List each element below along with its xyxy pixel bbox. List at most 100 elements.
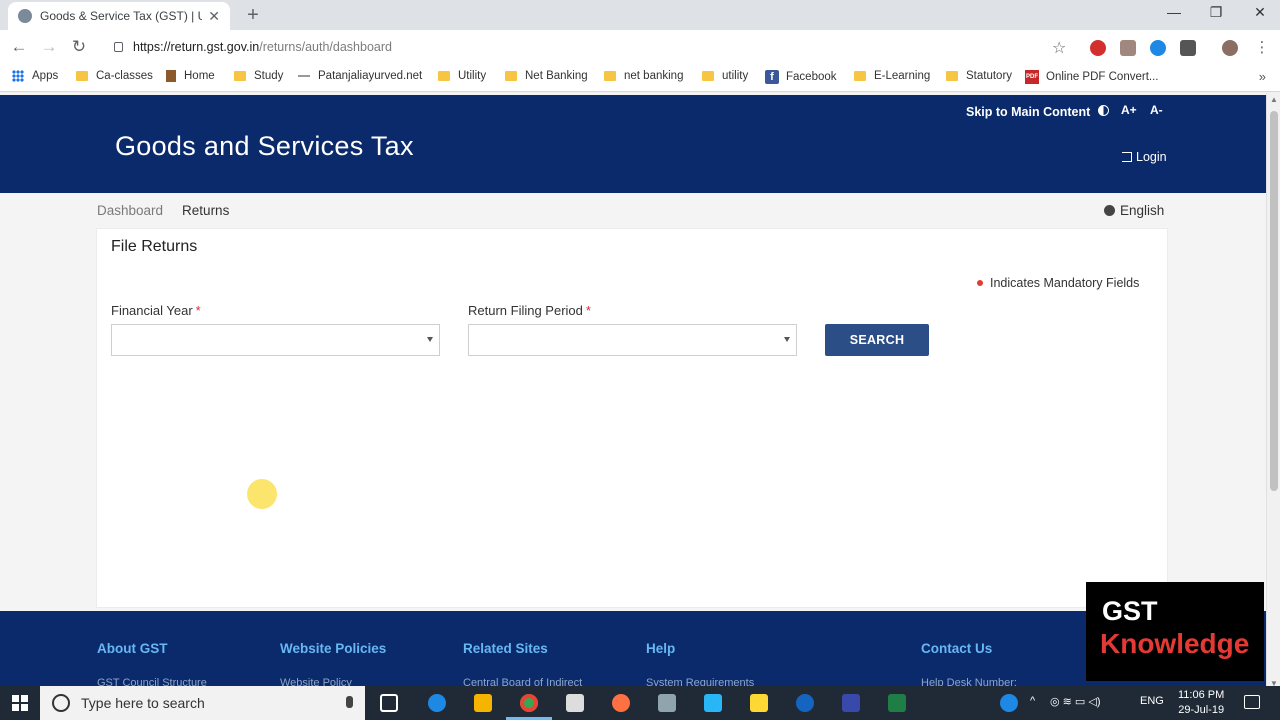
folder-icon — [946, 71, 958, 81]
contrast-icon[interactable] — [1098, 105, 1109, 116]
profile-avatar[interactable] — [1222, 40, 1238, 56]
bookmark-patanjali[interactable]: Patanjaliayurved.net — [298, 70, 422, 82]
folder-icon — [505, 71, 517, 81]
windows-start-icon[interactable] — [12, 695, 28, 711]
scroll-up-icon[interactable]: ▲ — [1270, 95, 1278, 104]
skip-to-main-link[interactable]: Skip to Main Content — [966, 105, 1090, 119]
site-icon — [298, 75, 310, 77]
url-path: /returns/auth/dashboard — [259, 40, 392, 54]
watermark-line2: Knowledge — [1100, 628, 1250, 659]
edge-icon[interactable] — [428, 694, 446, 712]
bookmark-pdf-converter[interactable]: PDF Online PDF Convert... — [1025, 70, 1158, 84]
bookmark-ca-classes[interactable]: Ca-classes — [76, 70, 153, 82]
facebook-icon: f — [765, 70, 779, 84]
clock-time: 11:06 PM — [1178, 689, 1225, 701]
microphone-icon[interactable] — [346, 696, 353, 708]
footer-contact-us[interactable]: Contact Us — [921, 641, 992, 656]
bookmark-utility[interactable]: Utility — [438, 70, 486, 82]
language-indicator[interactable]: ENG — [1140, 695, 1164, 707]
site-footer: About GST Website Policies Related Sites… — [0, 611, 1266, 693]
bookmark-star-icon[interactable]: ☆ — [1052, 38, 1066, 58]
minimize-icon[interactable]: — — [1162, 4, 1186, 20]
bookmark-e-learning[interactable]: E-Learning — [854, 70, 930, 82]
footer-help[interactable]: Help — [646, 641, 675, 656]
return-filing-period-select[interactable] — [468, 324, 797, 356]
bookmark-facebook[interactable]: f Facebook — [765, 70, 837, 84]
firefox-icon[interactable] — [612, 694, 630, 712]
tray-icons: ◎ ≋ ▭ ◁) — [1050, 696, 1101, 708]
app-icon[interactable] — [842, 694, 860, 712]
forward-icon[interactable]: → — [39, 37, 59, 57]
chrome-icon[interactable] — [520, 694, 538, 712]
breadcrumb-dashboard[interactable]: Dashboard — [97, 203, 163, 218]
address-bar[interactable]: https://return.gst.gov.in/returns/auth/d… — [104, 33, 1080, 61]
windows-taskbar: Type here to search ^ ◎ ≋ ▭ ◁) ENG 11:06… — [0, 686, 1280, 720]
menu-icon[interactable]: ⋮ — [1252, 38, 1272, 56]
task-view-icon[interactable] — [380, 694, 398, 712]
bookmark-net-banking-2[interactable]: net banking — [604, 70, 683, 82]
sticky-notes-icon[interactable] — [750, 694, 768, 712]
watermark-line1: GST — [1102, 596, 1158, 626]
pdf-icon: PDF — [1025, 70, 1039, 84]
taskbar-search-box[interactable]: Type here to search — [40, 686, 365, 720]
calculator-icon[interactable] — [566, 694, 584, 712]
extension-icon[interactable] — [1180, 40, 1196, 56]
notification-icon[interactable] — [1244, 695, 1260, 709]
financial-year-select[interactable] — [111, 324, 440, 356]
breadcrumb: Dashboard Returns — [97, 203, 229, 218]
footer-about-gst[interactable]: About GST — [97, 641, 168, 656]
language-selector[interactable]: English — [1104, 203, 1164, 218]
page-scrollbar[interactable]: ▲ ▼ — [1266, 93, 1280, 693]
site-icon — [166, 70, 176, 82]
required-dot-icon — [977, 280, 983, 286]
folder-icon — [438, 71, 450, 81]
close-window-icon[interactable]: ✕ — [1248, 4, 1272, 21]
more-bookmarks-icon[interactable]: » — [1259, 69, 1266, 84]
file-returns-card: File Returns Indicates Mandatory Fields … — [96, 228, 1168, 608]
folder-icon — [234, 71, 246, 81]
gst-emblem-icon — [18, 9, 32, 23]
bookmark-utility-2[interactable]: utility — [702, 70, 748, 82]
teamviewer-icon[interactable] — [796, 694, 814, 712]
login-link[interactable]: Login — [1122, 150, 1167, 164]
hp-extension-icon[interactable] — [1150, 40, 1166, 56]
url-host: https://return.gst.gov.in — [133, 40, 260, 54]
new-tab-button[interactable]: + — [244, 4, 262, 26]
gst-knowledge-watermark: GST Knowledge — [1086, 582, 1264, 681]
increase-font-button[interactable]: A+ — [1121, 103, 1137, 117]
opera-extension-icon[interactable] — [1090, 40, 1106, 56]
scrollbar-thumb[interactable] — [1270, 111, 1278, 491]
clock-date: 29-Jul-19 — [1178, 704, 1225, 716]
folder-icon — [702, 71, 714, 81]
folder-icon — [76, 71, 88, 81]
financial-year-label: Financial Year * — [111, 303, 201, 318]
bookmark-study[interactable]: Study — [234, 70, 283, 82]
excel-icon[interactable] — [888, 694, 906, 712]
bookmark-apps[interactable]: Apps — [12, 70, 58, 82]
bookmark-net-banking[interactable]: Net Banking — [505, 70, 588, 82]
taskbar-clock[interactable]: 11:06 PM 29-Jul-19 — [1178, 688, 1224, 718]
globe-icon — [1104, 205, 1115, 216]
folder-icon — [854, 71, 866, 81]
lock-icon — [114, 42, 123, 52]
help-icon[interactable] — [1000, 694, 1018, 712]
reload-icon[interactable]: ↻ — [69, 37, 89, 57]
app-icon[interactable] — [704, 694, 722, 712]
pdf-extension-icon[interactable] — [1120, 40, 1136, 56]
page-title: File Returns — [111, 238, 198, 255]
bookmark-home[interactable]: Home — [166, 70, 215, 82]
browser-tab[interactable]: Goods & Service Tax (GST) | User ✕ — [8, 2, 230, 30]
search-button[interactable]: SEARCH — [825, 324, 929, 356]
close-tab-icon[interactable]: ✕ — [208, 8, 220, 25]
footer-related-sites[interactable]: Related Sites — [463, 641, 548, 656]
file-explorer-icon[interactable] — [474, 694, 492, 712]
bookmark-statutory[interactable]: Statutory — [946, 70, 1012, 82]
restore-icon[interactable]: ❐ — [1204, 4, 1228, 21]
cortana-icon — [52, 694, 70, 712]
site-title[interactable]: Goods and Services Tax — [115, 131, 414, 162]
footer-website-policies[interactable]: Website Policies — [280, 641, 386, 656]
back-icon[interactable]: ← — [9, 37, 29, 57]
app-icon[interactable] — [658, 694, 676, 712]
chevron-up-icon[interactable]: ^ — [1030, 695, 1035, 707]
decrease-font-button[interactable]: A- — [1150, 103, 1163, 117]
